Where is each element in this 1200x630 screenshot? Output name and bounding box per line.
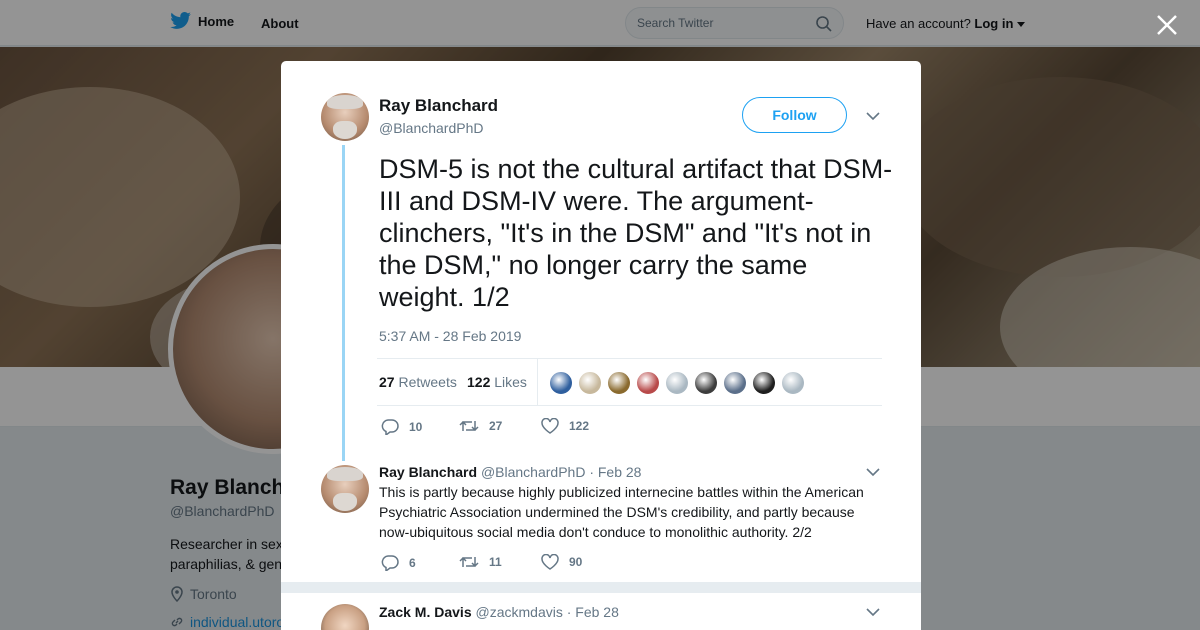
chevron-down-icon[interactable]: [866, 111, 880, 121]
liker-avatar[interactable]: [752, 371, 776, 395]
stats-separator: [537, 359, 538, 405]
liker-avatar[interactable]: [636, 371, 660, 395]
tweet-timestamp[interactable]: 5:37 AM - 28 Feb 2019: [379, 328, 521, 344]
next-chevron-down-icon[interactable]: [866, 607, 880, 617]
retweet-action[interactable]: 27: [459, 418, 502, 434]
reply-count: 10: [409, 419, 423, 434]
heart-icon: [541, 554, 559, 570]
tweet-stats: 27 Retweets 122 Likes: [377, 358, 882, 406]
next-tweet-header: Zack M. Davis @zackmdavis · Feb 28: [379, 604, 619, 620]
likes-stat[interactable]: 122 Likes: [467, 374, 527, 390]
tweet-divider: [281, 582, 921, 593]
liker-avatar[interactable]: [723, 371, 747, 395]
author-avatar[interactable]: [321, 93, 369, 141]
reply2-retweet-action[interactable]: 11: [459, 554, 502, 570]
close-icon[interactable]: [1154, 12, 1180, 38]
reply2-retweet-count: 11: [489, 555, 502, 569]
reply2-reply-count: 6: [409, 555, 416, 570]
retweet-icon: [459, 556, 479, 568]
likes-stat-count: 122: [467, 374, 491, 390]
reply-action[interactable]: 10: [381, 418, 422, 435]
reply-icon: [381, 419, 399, 435]
liker-avatar[interactable]: [781, 371, 805, 395]
heart-icon: [541, 418, 559, 434]
reply-header: Ray Blanchard @BlanchardPhD · Feb 28: [379, 464, 641, 480]
reply2-like-action[interactable]: 90: [541, 554, 582, 570]
reply-icon: [381, 555, 399, 571]
retweet-stat-count: 27: [379, 374, 395, 390]
liker-avatar[interactable]: [665, 371, 689, 395]
tweet-permalink-modal: Ray Blanchard @BlanchardPhD Follow DSM-5…: [281, 61, 921, 630]
liker-avatar[interactable]: [607, 371, 631, 395]
reply-chevron-down-icon[interactable]: [866, 467, 880, 477]
reply-author-handle[interactable]: @BlanchardPhD: [481, 464, 586, 480]
likes-stat-label: Likes: [494, 374, 527, 390]
retweet-stat[interactable]: 27 Retweets: [379, 374, 457, 390]
author-name[interactable]: Ray Blanchard: [379, 96, 498, 116]
reply-date[interactable]: · Feb 28: [589, 464, 641, 480]
liker-avatar[interactable]: [549, 371, 573, 395]
reply-text: This is partly because highly publicized…: [379, 484, 864, 540]
next-author-name[interactable]: Zack M. Davis: [379, 604, 472, 620]
retweet-stat-label: Retweets: [398, 374, 457, 390]
author-handle[interactable]: @BlanchardPhD: [379, 120, 484, 136]
next-author-handle[interactable]: @zackmdavis: [476, 604, 563, 620]
reply-author-name[interactable]: Ray Blanchard: [379, 464, 477, 480]
retweet-icon: [459, 420, 479, 432]
like-count: 122: [569, 419, 590, 433]
next-date[interactable]: · Feb 28: [567, 604, 619, 620]
thread-line: [342, 145, 345, 461]
reply2-reply-action[interactable]: 6: [381, 554, 416, 571]
reply-author-avatar[interactable]: [321, 465, 369, 513]
like-action[interactable]: 122: [541, 418, 589, 434]
tweet-text: DSM-5 is not the cultural artifact that …: [379, 154, 893, 312]
liker-avatar[interactable]: [578, 371, 602, 395]
next-author-avatar[interactable]: [321, 604, 369, 630]
follow-button[interactable]: Follow: [742, 97, 847, 133]
retweet-count: 27: [489, 419, 503, 433]
liker-avatar[interactable]: [694, 371, 718, 395]
reply2-like-count: 90: [569, 555, 583, 569]
